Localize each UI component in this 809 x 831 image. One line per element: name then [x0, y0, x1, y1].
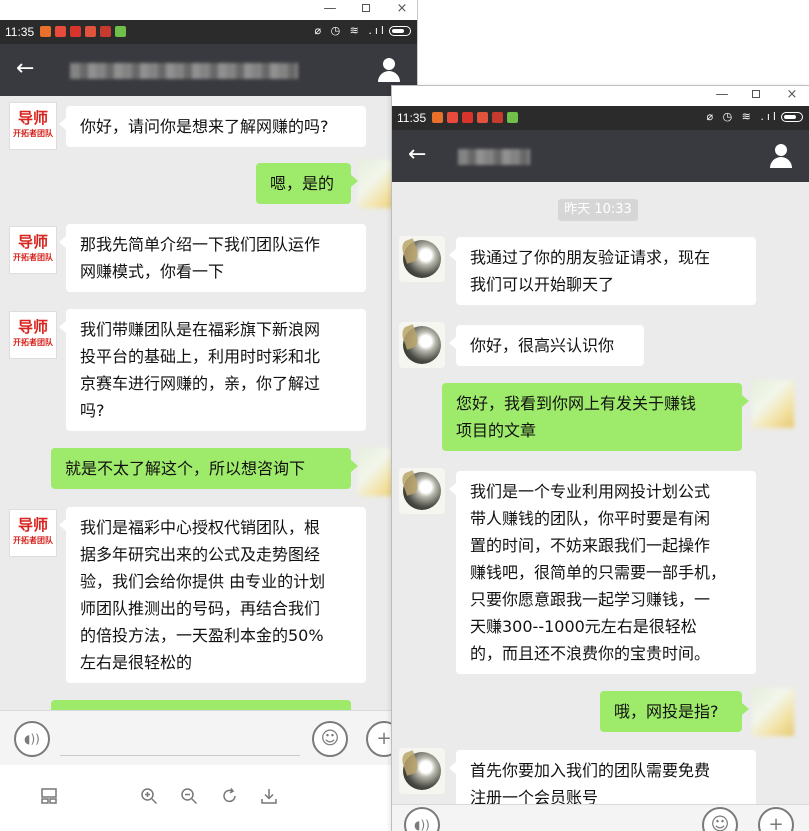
message-bubble-incoming[interactable]: 我们是福彩中心授权代销团队，根 据多年研究出来的公式及走势图经 验，我们会给你提… — [59, 507, 366, 683]
avatar-subtitle: 开拓者团队 — [13, 338, 53, 347]
zoom-out-icon[interactable] — [180, 787, 198, 805]
app-notification-icon — [70, 26, 81, 37]
left-chat-window: — × 11:35 ⌀ ◷ ≋ .ıl ← 导师 开拓者团队 你好，请问你是想来… — [0, 0, 418, 831]
window-titlebar: — × — [0, 0, 417, 20]
contact-avatar[interactable] — [399, 468, 445, 514]
download-icon[interactable] — [260, 787, 278, 805]
contact-avatar[interactable] — [399, 748, 445, 794]
contact-avatar[interactable] — [399, 322, 445, 368]
contact-name-blurred — [70, 63, 298, 79]
app-notification-icon — [55, 26, 66, 37]
message-bubble-outgoing[interactable]: 您好，我看到你网上有发关于赚钱 项目的文章 — [442, 383, 749, 451]
message-bubble-incoming[interactable]: 我们带赚团队是在福彩旗下新浪网 投平台的基础上，利用时时彩和北 京赛车进行网赚的… — [59, 309, 366, 431]
my-avatar[interactable] — [752, 380, 794, 428]
contact-avatar[interactable]: 导师 开拓者团队 — [9, 311, 57, 359]
avatar-title: 导师 — [17, 233, 48, 251]
right-chat-window: — × 11:35 ⌀ ◷ ≋ .ıl ← 昨天 10:33 我通过了你的朋友验… — [391, 85, 809, 831]
app-notification-icon — [432, 112, 443, 123]
battery-icon — [389, 26, 411, 36]
maximize-button[interactable] — [748, 87, 764, 103]
phone-status-bar: 11:35 ⌀ ◷ ≋ .ıl — [392, 106, 809, 130]
close-button[interactable]: × — [394, 1, 410, 17]
close-button[interactable]: × — [784, 87, 800, 103]
app-notification-icon — [462, 112, 473, 123]
message-bubble-incoming[interactable]: 你好，很高兴认识你 — [449, 325, 644, 366]
back-arrow-icon[interactable]: ← — [408, 143, 426, 167]
contact-avatar[interactable] — [399, 236, 445, 282]
avatar-subtitle: 开拓者团队 — [13, 253, 53, 262]
add-icon[interactable]: + — [758, 807, 794, 831]
system-status-icons: ⌀ ◷ ≋ .ıl — [314, 24, 411, 37]
chat-header: ← — [392, 130, 809, 182]
message-input[interactable] — [60, 755, 300, 756]
back-arrow-icon[interactable]: ← — [16, 57, 34, 81]
contact-info-icon[interactable] — [769, 144, 793, 168]
battery-icon — [781, 112, 803, 122]
minimize-button[interactable]: — — [714, 87, 730, 103]
app-notification-icon — [492, 112, 503, 123]
app-notification-icon — [447, 112, 458, 123]
app-notification-icon — [40, 26, 51, 37]
status-time: 11:35 — [5, 25, 35, 39]
emoji-icon[interactable]: ☺ — [312, 721, 348, 757]
notification-icons — [40, 26, 130, 40]
app-notification-icon — [100, 26, 111, 37]
system-status-icons: ⌀ ◷ ≋ .ıl — [706, 110, 803, 123]
status-time: 11:35 — [397, 111, 427, 125]
message-bubble-outgoing[interactable]: 哦，网投是指? — [600, 691, 749, 732]
message-bubble-incoming[interactable]: 我通过了你的朋友验证请求，现在 我们可以开始聊天了 — [449, 237, 756, 305]
app-notification-icon — [115, 26, 126, 37]
window-titlebar: — × — [392, 86, 809, 106]
message-bubble-incoming[interactable]: 那我先简单介绍一下我们团队运作 网赚模式，你看一下 — [59, 224, 366, 292]
message-bubble-outgoing[interactable]: 嗯，是的 — [256, 163, 358, 204]
avatar-title: 导师 — [17, 318, 48, 336]
voice-input-icon[interactable]: ◖)) — [14, 721, 50, 757]
zoom-in-icon[interactable] — [140, 787, 158, 805]
emoji-icon[interactable]: ☺ — [702, 807, 738, 831]
contact-avatar[interactable]: 导师 开拓者团队 — [9, 509, 57, 557]
avatar-subtitle: 开拓者团队 — [13, 129, 53, 138]
avatar-subtitle: 开拓者团队 — [13, 536, 53, 545]
message-bubble-incoming[interactable]: 我们是一个专业利用网投计划公式 带人赚钱的团队，你平时要是有闲 置的时间，不妨来… — [449, 471, 756, 674]
chat-header: ← — [0, 44, 417, 96]
contact-info-icon[interactable] — [377, 58, 401, 82]
thumbnail-icon[interactable] — [40, 787, 58, 805]
my-avatar[interactable] — [752, 688, 794, 736]
voice-input-icon[interactable]: ◖)) — [404, 807, 440, 831]
message-bubble-incoming[interactable]: 你好，请问你是想来了解网赚的吗? — [59, 106, 366, 147]
app-notification-icon — [477, 112, 488, 123]
contact-name-blurred — [458, 149, 530, 165]
app-notification-icon — [85, 26, 96, 37]
maximize-button[interactable] — [358, 1, 374, 17]
avatar-title: 导师 — [17, 109, 48, 127]
contact-avatar[interactable]: 导师 开拓者团队 — [9, 102, 57, 150]
contact-avatar[interactable]: 导师 开拓者团队 — [9, 226, 57, 274]
avatar-title: 导师 — [17, 516, 48, 534]
phone-status-bar: 11:35 ⌀ ◷ ≋ .ıl — [0, 20, 417, 44]
chat-input-bar: ◖)) ☺ + — [0, 710, 417, 766]
minimize-button[interactable]: — — [322, 1, 338, 17]
app-notification-icon — [507, 112, 518, 123]
notification-icons — [432, 112, 522, 126]
message-timestamp: 昨天 10:33 — [558, 199, 638, 221]
rotate-icon[interactable] — [221, 787, 239, 805]
chat-input-bar: ◖)) ☺ + — [392, 804, 809, 831]
viewer-toolbar — [0, 765, 417, 831]
message-bubble-outgoing[interactable]: 就是不太了解这个，所以想咨询下 — [51, 448, 358, 489]
